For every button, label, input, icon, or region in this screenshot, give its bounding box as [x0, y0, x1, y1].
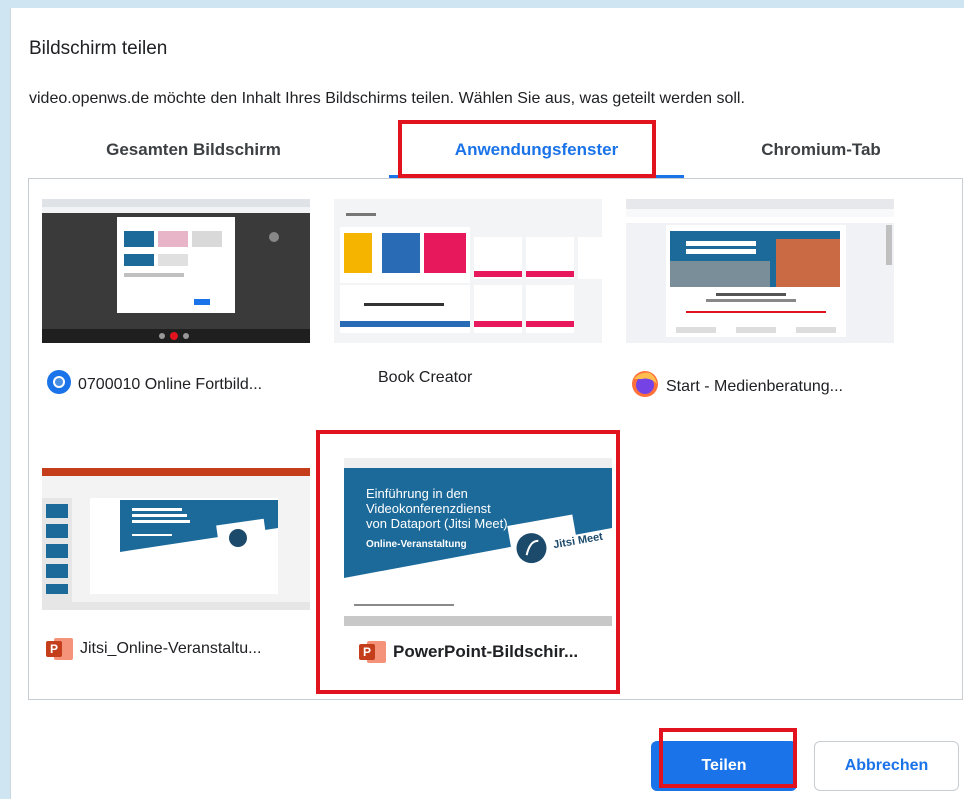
dialog-description: video.openws.de möchte den Inhalt Ihres … [29, 90, 745, 107]
window-thumbnail [626, 199, 894, 343]
svg-text:P: P [50, 642, 58, 656]
window-item-powerpoint-slideshow[interactable]: Einführung in den Videokonferenzdienst v… [339, 441, 627, 696]
window-item-powerpoint-jitsi[interactable]: P Jitsi_Online-Veranstaltu... [42, 464, 312, 674]
slide-subtitle: Online-Veranstaltung [366, 539, 467, 550]
window-list-panel: 0700010 Online Fortbild... Book Creator … [28, 178, 963, 700]
svg-text:P: P [363, 645, 371, 659]
share-screen-dialog: Bildschirm teilen video.openws.de möchte… [10, 8, 964, 799]
slide-title: Einführung in den Videokonferenzdienst v… [366, 486, 508, 531]
window-item-book-creator[interactable]: Book Creator [334, 199, 604, 404]
window-label: Start - Medienberatung... [630, 369, 843, 404]
firefox-icon [630, 369, 660, 404]
cancel-button[interactable]: Abbrechen [814, 741, 959, 791]
window-label: 0700010 Online Fortbild... [46, 369, 262, 400]
share-button[interactable]: Teilen [651, 741, 797, 791]
tab-entire-screen[interactable]: Gesamten Bildschirm [71, 138, 316, 178]
dialog-title: Bildschirm teilen [29, 38, 168, 59]
powerpoint-icon: P [46, 636, 74, 662]
chromium-icon [46, 369, 72, 400]
window-item-chromium[interactable]: 0700010 Online Fortbild... [42, 199, 312, 404]
window-label: Book Creator [378, 369, 473, 386]
window-thumbnail [42, 468, 310, 610]
window-thumbnail [42, 199, 310, 343]
tab-chromium-tab[interactable]: Chromium-Tab [731, 138, 911, 178]
window-thumbnail [334, 199, 602, 343]
tab-application-window[interactable]: Anwendungsfenster [389, 138, 684, 178]
window-label: P Jitsi_Online-Veranstaltu... [46, 636, 261, 662]
window-label: P PowerPoint-Bildschir... [359, 639, 578, 665]
powerpoint-icon: P [359, 639, 387, 665]
window-item-firefox[interactable]: Start - Medienberatung... [626, 199, 896, 404]
